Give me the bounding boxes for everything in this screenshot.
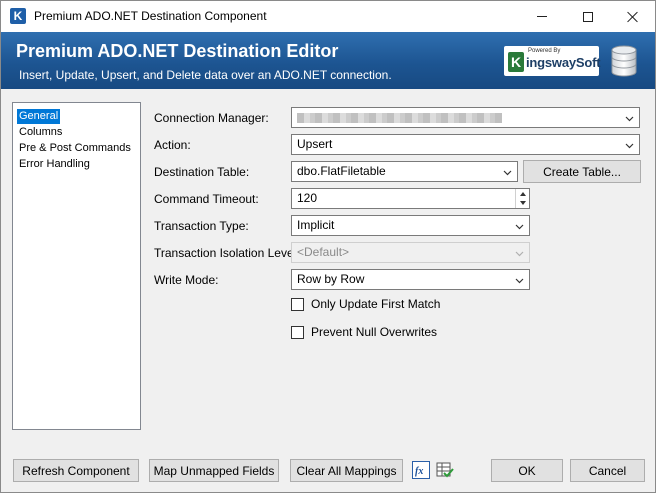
isolation-level-value: <Default> (297, 245, 350, 259)
command-timeout-value: 120 (297, 191, 318, 205)
chevron-down-icon (515, 251, 524, 257)
write-mode-value: Row by Row (297, 272, 365, 286)
validate-table-icon[interactable] (436, 461, 454, 479)
dialog-window: K Premium ADO.NET Destination Component … (0, 0, 656, 493)
chevron-down-icon (515, 224, 524, 230)
cancel-button[interactable]: Cancel (570, 459, 645, 482)
prevent-null-overwrites-checkbox[interactable]: Prevent Null Overwrites (291, 325, 437, 339)
refresh-component-button[interactable]: Refresh Component (13, 459, 139, 482)
create-table-button[interactable]: Create Table... (523, 160, 641, 183)
nav-item-columns[interactable]: Columns (17, 125, 64, 140)
chevron-down-icon (503, 170, 512, 176)
minimize-icon (537, 16, 547, 17)
database-icon (611, 45, 637, 77)
only-update-first-match-label: Only Update First Match (311, 297, 441, 311)
only-update-first-match-checkbox[interactable]: Only Update First Match (291, 297, 440, 311)
title-bar: K Premium ADO.NET Destination Component (1, 1, 655, 32)
close-icon (627, 11, 639, 23)
maximize-button[interactable] (565, 1, 611, 32)
nav-item-general[interactable]: General (17, 109, 61, 124)
kingswaysoft-app-icon: K (10, 8, 26, 24)
connection-manager-label: Connection Manager: (154, 111, 269, 125)
isolation-level-label: Transaction Isolation Level: (154, 246, 300, 260)
command-timeout-label: Command Timeout: (154, 192, 259, 206)
ok-button[interactable]: OK (491, 459, 563, 482)
checkbox-box[interactable] (291, 325, 304, 339)
close-button[interactable] (610, 1, 655, 32)
destination-table-value: dbo.FlatFiletable (297, 164, 386, 178)
expression-fx-icon[interactable]: fx (412, 461, 430, 479)
chevron-down-icon (515, 278, 524, 284)
transaction-type-value: Implicit (297, 218, 335, 232)
action-select[interactable]: Upsert (291, 134, 640, 155)
arrow-up-icon (519, 191, 526, 196)
maximize-icon (583, 11, 593, 22)
spin-down-button[interactable] (516, 198, 529, 207)
isolation-level-select: <Default> (291, 242, 530, 263)
action-value: Upsert (297, 137, 333, 151)
connection-manager-select[interactable] (291, 107, 640, 128)
write-mode-select[interactable]: Row by Row (291, 269, 530, 290)
clear-all-mappings-button[interactable]: Clear All Mappings (290, 459, 403, 482)
page-list: General Columns Pre & Post Commands Erro… (12, 102, 141, 430)
brand-name: ingswaySoft (526, 55, 601, 70)
map-unmapped-fields-button[interactable]: Map Unmapped Fields (149, 459, 279, 482)
kingswaysoft-logo: Powered By K ingswaySoft (504, 46, 601, 76)
chevron-down-icon (625, 116, 634, 122)
nav-item-pre-post-commands[interactable]: Pre & Post Commands (17, 141, 133, 156)
write-mode-label: Write Mode: (154, 273, 219, 287)
editor-title: Premium ADO.NET Destination Editor (16, 41, 339, 61)
destination-table-label: Destination Table: (154, 165, 250, 179)
brand-k-icon: K (508, 52, 524, 72)
spin-up-button[interactable] (516, 189, 529, 198)
transaction-type-label: Transaction Type: (154, 219, 249, 233)
header-banner: Premium ADO.NET Destination Editor Inser… (1, 32, 655, 89)
editor-subtitle: Insert, Update, Upsert, and Delete data … (19, 68, 392, 82)
checkbox-box[interactable] (291, 297, 304, 311)
connection-manager-value (297, 112, 502, 123)
svg-text:fx: fx (415, 466, 423, 477)
command-timeout-stepper[interactable]: 120 (291, 188, 530, 209)
nav-item-error-handling[interactable]: Error Handling (17, 157, 92, 172)
chevron-down-icon (625, 143, 634, 149)
action-label: Action: (154, 138, 191, 152)
destination-table-select[interactable]: dbo.FlatFiletable (291, 161, 518, 182)
minimize-button[interactable] (519, 1, 565, 32)
prevent-null-overwrites-label: Prevent Null Overwrites (311, 325, 438, 339)
window-title: Premium ADO.NET Destination Component (34, 9, 267, 23)
arrow-down-icon (519, 200, 526, 205)
transaction-type-select[interactable]: Implicit (291, 215, 530, 236)
brand-powered-by: Powered By (528, 48, 561, 54)
spin-buttons (515, 189, 529, 208)
